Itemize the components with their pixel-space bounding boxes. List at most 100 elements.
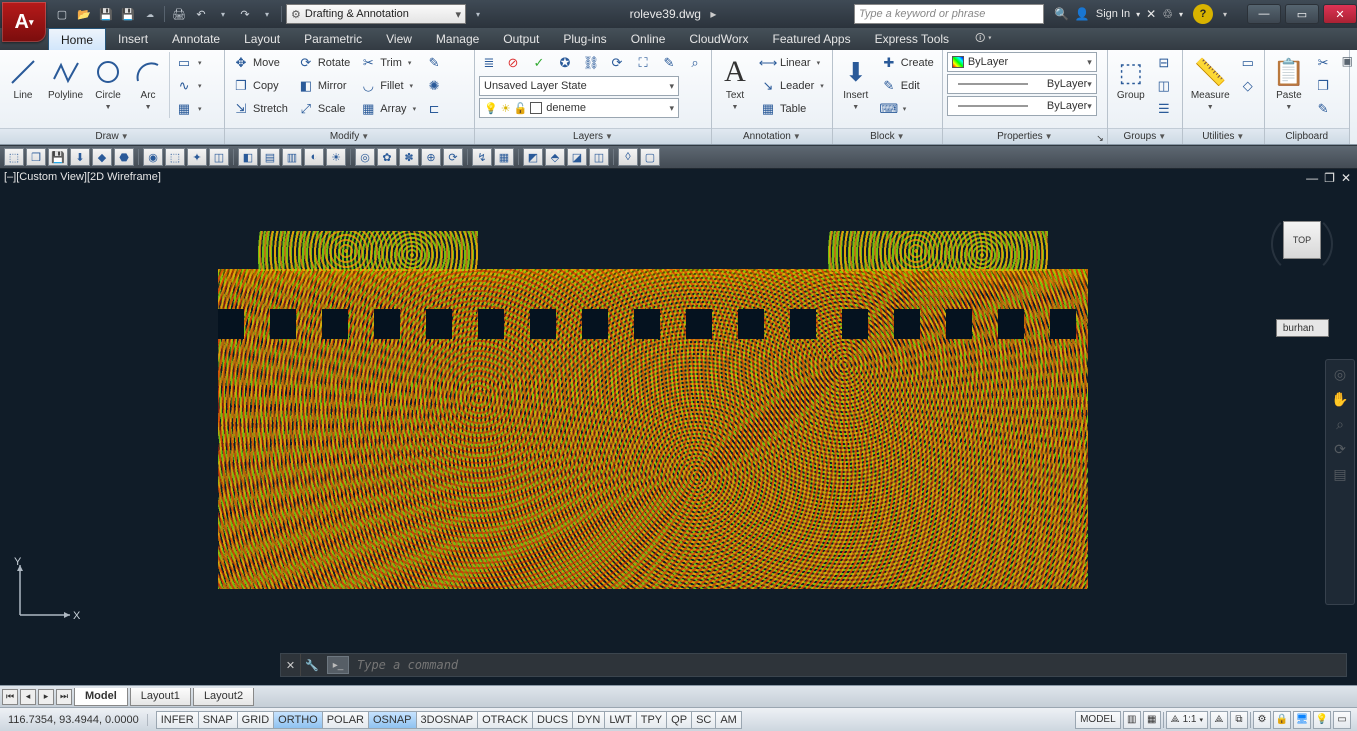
annotation-visibility-icon[interactable]: ⟁	[1210, 711, 1228, 729]
layer-tool3[interactable]: ✪	[553, 52, 577, 74]
status-toggle-sc[interactable]: SC	[691, 711, 716, 729]
zoom-extents-icon[interactable]: ⌕	[1336, 416, 1344, 433]
explode-button[interactable]: ✺	[422, 75, 446, 97]
cloudworx-tool-25[interactable]: ◫	[589, 148, 609, 166]
cloudworx-tool-17[interactable]: ✽	[399, 148, 419, 166]
chevron-down-icon[interactable]: ▾	[1136, 10, 1140, 19]
application-menu-button[interactable]: A▾	[2, 2, 46, 42]
commandline-customize-icon[interactable]: 🔧	[301, 659, 323, 672]
isolate-objects-icon[interactable]: 💡	[1313, 711, 1331, 729]
hatch-button[interactable]: ▦▾	[172, 98, 206, 120]
cloudworx-tool-7[interactable]: ⬚	[165, 148, 185, 166]
selectall-button[interactable]: ◇	[1236, 75, 1260, 97]
sign-in-button[interactable]: Sign In	[1096, 8, 1130, 20]
copy-clip-button[interactable]: ❐	[1311, 75, 1335, 97]
quickview-layouts-icon[interactable]: ▥	[1123, 711, 1141, 729]
viewport-minimize-button[interactable]: —	[1306, 171, 1318, 185]
rectangle-button[interactable]: ▭▾	[172, 52, 206, 74]
qat-redo-dropdown-icon[interactable]: ▾	[257, 4, 277, 24]
status-toggle-osnap[interactable]: OSNAP	[368, 711, 417, 729]
quickview-drawings-icon[interactable]: ▦	[1143, 711, 1161, 729]
circle-button[interactable]: Circle▼	[89, 52, 127, 115]
status-toggle-am[interactable]: AM	[715, 711, 742, 729]
layout-tab-layout2[interactable]: Layout2	[193, 688, 254, 706]
status-toggle-otrack[interactable]: OTRACK	[477, 711, 533, 729]
mirror-button[interactable]: ◧Mirror	[294, 75, 354, 97]
scale-button[interactable]: ⤢Scale	[294, 98, 354, 120]
layer-tool8[interactable]: ⌕	[683, 52, 707, 74]
view-cube[interactable]: TOP	[1277, 219, 1327, 269]
coordinates-readout[interactable]: 116.7354, 93.4944, 0.0000	[0, 714, 148, 726]
viewport-controls-label[interactable]: [–][Custom View][2D Wireframe]	[4, 171, 161, 183]
tab-express-tools[interactable]: Express Tools	[863, 28, 961, 50]
tab-cloudworx[interactable]: CloudWorx	[677, 28, 760, 50]
maximize-button[interactable]: ▭	[1285, 4, 1319, 24]
create-block-button[interactable]: ✚Create	[877, 52, 938, 74]
exchange-icon[interactable]: ✕	[1146, 7, 1156, 21]
layout-nav-last[interactable]: ⏭	[56, 689, 72, 705]
infocenter-search-input[interactable]: Type a keyword or phrase	[854, 4, 1044, 24]
panel-title-layers[interactable]: Layers▼	[475, 128, 711, 144]
qat-new-icon[interactable]: ▢	[52, 4, 72, 24]
linear-dim-button[interactable]: ⟷Linear▾	[756, 52, 828, 74]
cloudworx-tool-20[interactable]: ↯	[472, 148, 492, 166]
hardware-accel-icon[interactable]: 🖥	[1293, 711, 1311, 729]
viewcube-face[interactable]: TOP	[1283, 221, 1321, 259]
qat-save-icon[interactable]: 💾	[96, 4, 116, 24]
layer-state-combo[interactable]: Unsaved Layer State ▾	[479, 76, 679, 96]
tab-output[interactable]: Output	[491, 28, 551, 50]
status-toggle-grid[interactable]: GRID	[237, 711, 275, 729]
status-toggle-tpy[interactable]: TPY	[636, 711, 667, 729]
copy-button[interactable]: ❐Copy	[229, 75, 292, 97]
measure-button[interactable]: 📏 Measure▼	[1187, 52, 1234, 115]
cloudworx-tool-6[interactable]: ◉	[143, 148, 163, 166]
fillet-button[interactable]: ◡Fillet▾	[356, 75, 420, 97]
cloudworx-tool-21[interactable]: ▦	[494, 148, 514, 166]
layout-nav-prev[interactable]: ◂	[20, 689, 36, 705]
layer-tool1[interactable]: ⊘	[501, 52, 525, 74]
cut-button[interactable]: ✂	[1311, 52, 1335, 74]
qat-open-icon[interactable]: 📂	[74, 4, 94, 24]
group-button[interactable]: ⬚ Group	[1112, 52, 1150, 103]
group-manager-button[interactable]: ☰	[1152, 98, 1176, 120]
tab-layout[interactable]: Layout	[232, 28, 292, 50]
model-paper-toggle[interactable]: MODEL	[1075, 711, 1121, 729]
move-button[interactable]: ✥Move	[229, 52, 292, 74]
qat-plot-icon[interactable]: 🖨	[169, 4, 189, 24]
cloudworx-tool-15[interactable]: ◎	[355, 148, 375, 166]
toolbar-lock-icon[interactable]: 🔒	[1273, 711, 1291, 729]
layout-tab-layout1[interactable]: Layout1	[130, 688, 191, 706]
color-combo[interactable]: ByLayer ▾	[947, 52, 1097, 72]
panel-title-block[interactable]: Block▼	[833, 128, 942, 144]
erase-button[interactable]: ✎	[422, 52, 446, 74]
qat-customize-icon[interactable]: ▾	[468, 4, 488, 24]
stretch-button[interactable]: ⇲Stretch	[229, 98, 292, 120]
clean-screen-icon[interactable]: ▭	[1333, 711, 1351, 729]
cloudworx-tool-8[interactable]: ✦	[187, 148, 207, 166]
cloudworx-tool-11[interactable]: ▤	[260, 148, 280, 166]
commandline-close-button[interactable]: ✕	[281, 654, 301, 676]
layer-tool6[interactable]: ⛶	[631, 52, 655, 74]
cloudworx-tool-18[interactable]: ⊕	[421, 148, 441, 166]
cloudworx-tool-27[interactable]: ▢	[640, 148, 660, 166]
qat-cloud-icon[interactable]: ☁	[140, 4, 160, 24]
tab-online[interactable]: Online	[619, 28, 678, 50]
status-toggle-dyn[interactable]: DYN	[572, 711, 605, 729]
panel-title-groups[interactable]: Groups▼	[1108, 128, 1182, 144]
stayconnected-icon[interactable]: ♲	[1162, 7, 1173, 21]
tab-home[interactable]: Home	[48, 28, 106, 50]
status-toggle-lwt[interactable]: LWT	[604, 711, 636, 729]
chevron-down-icon[interactable]: ▾	[1179, 10, 1183, 19]
tab-parametric[interactable]: Parametric	[292, 28, 374, 50]
qat-undo-dropdown-icon[interactable]: ▾	[213, 4, 233, 24]
ribbon-panel-options[interactable]: 🛈 ▾	[963, 28, 1004, 50]
workspace-switch-icon[interactable]: ⚙	[1253, 711, 1271, 729]
cloudworx-tool-16[interactable]: ✿	[377, 148, 397, 166]
tab-manage[interactable]: Manage	[424, 28, 491, 50]
cloudworx-tool-26[interactable]: ◊	[618, 148, 638, 166]
status-toggle-infer[interactable]: INFER	[156, 711, 199, 729]
ungroup-button[interactable]: ⊟	[1152, 52, 1176, 74]
cloudworx-tool-5[interactable]: ⬣	[114, 148, 134, 166]
tab-featured-apps[interactable]: Featured Apps	[761, 28, 863, 50]
status-toggle-3dosnap[interactable]: 3DOSNAP	[416, 711, 479, 729]
